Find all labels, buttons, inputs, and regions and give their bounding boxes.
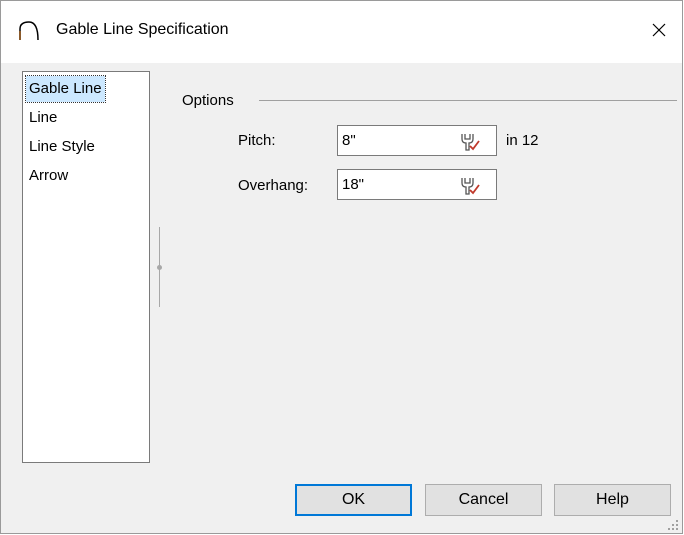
wrench-check-icon[interactable] <box>458 132 480 152</box>
overhang-field[interactable] <box>337 169 497 200</box>
title-bar[interactable]: Gable Line Specification <box>1 1 682 63</box>
pitch-label: Pitch: <box>238 132 276 149</box>
options-group-label: Options <box>182 92 234 109</box>
window-title: Gable Line Specification <box>56 21 229 38</box>
help-button[interactable]: Help <box>554 484 671 516</box>
nav-item-line-style[interactable]: Line Style <box>26 134 98 160</box>
overhang-label: Overhang: <box>238 177 309 194</box>
cancel-button[interactable]: Cancel <box>425 484 542 516</box>
nav-item-arrow[interactable]: Arrow <box>26 163 71 189</box>
pitch-input[interactable] <box>342 126 442 155</box>
wrench-check-icon[interactable] <box>458 176 480 196</box>
panel-splitter[interactable] <box>157 227 162 307</box>
nav-item-gable-line[interactable]: Gable Line <box>25 75 106 103</box>
options-group-divider <box>259 100 677 101</box>
nav-item-line[interactable]: Line <box>26 105 60 131</box>
pitch-field[interactable] <box>337 125 497 156</box>
close-icon <box>651 22 667 42</box>
close-button[interactable] <box>636 1 682 63</box>
ok-button[interactable]: OK <box>295 484 412 516</box>
pitch-suffix: in 12 <box>506 132 539 149</box>
splitter-grip <box>157 265 162 270</box>
gable-arc-icon <box>18 19 40 41</box>
category-list[interactable]: Gable Line Line Line Style Arrow <box>22 71 150 463</box>
resize-grip-icon[interactable] <box>667 518 679 530</box>
gable-line-specification-dialog: Gable Line Specification Gable Line Line… <box>0 0 683 534</box>
overhang-input[interactable] <box>342 170 442 199</box>
